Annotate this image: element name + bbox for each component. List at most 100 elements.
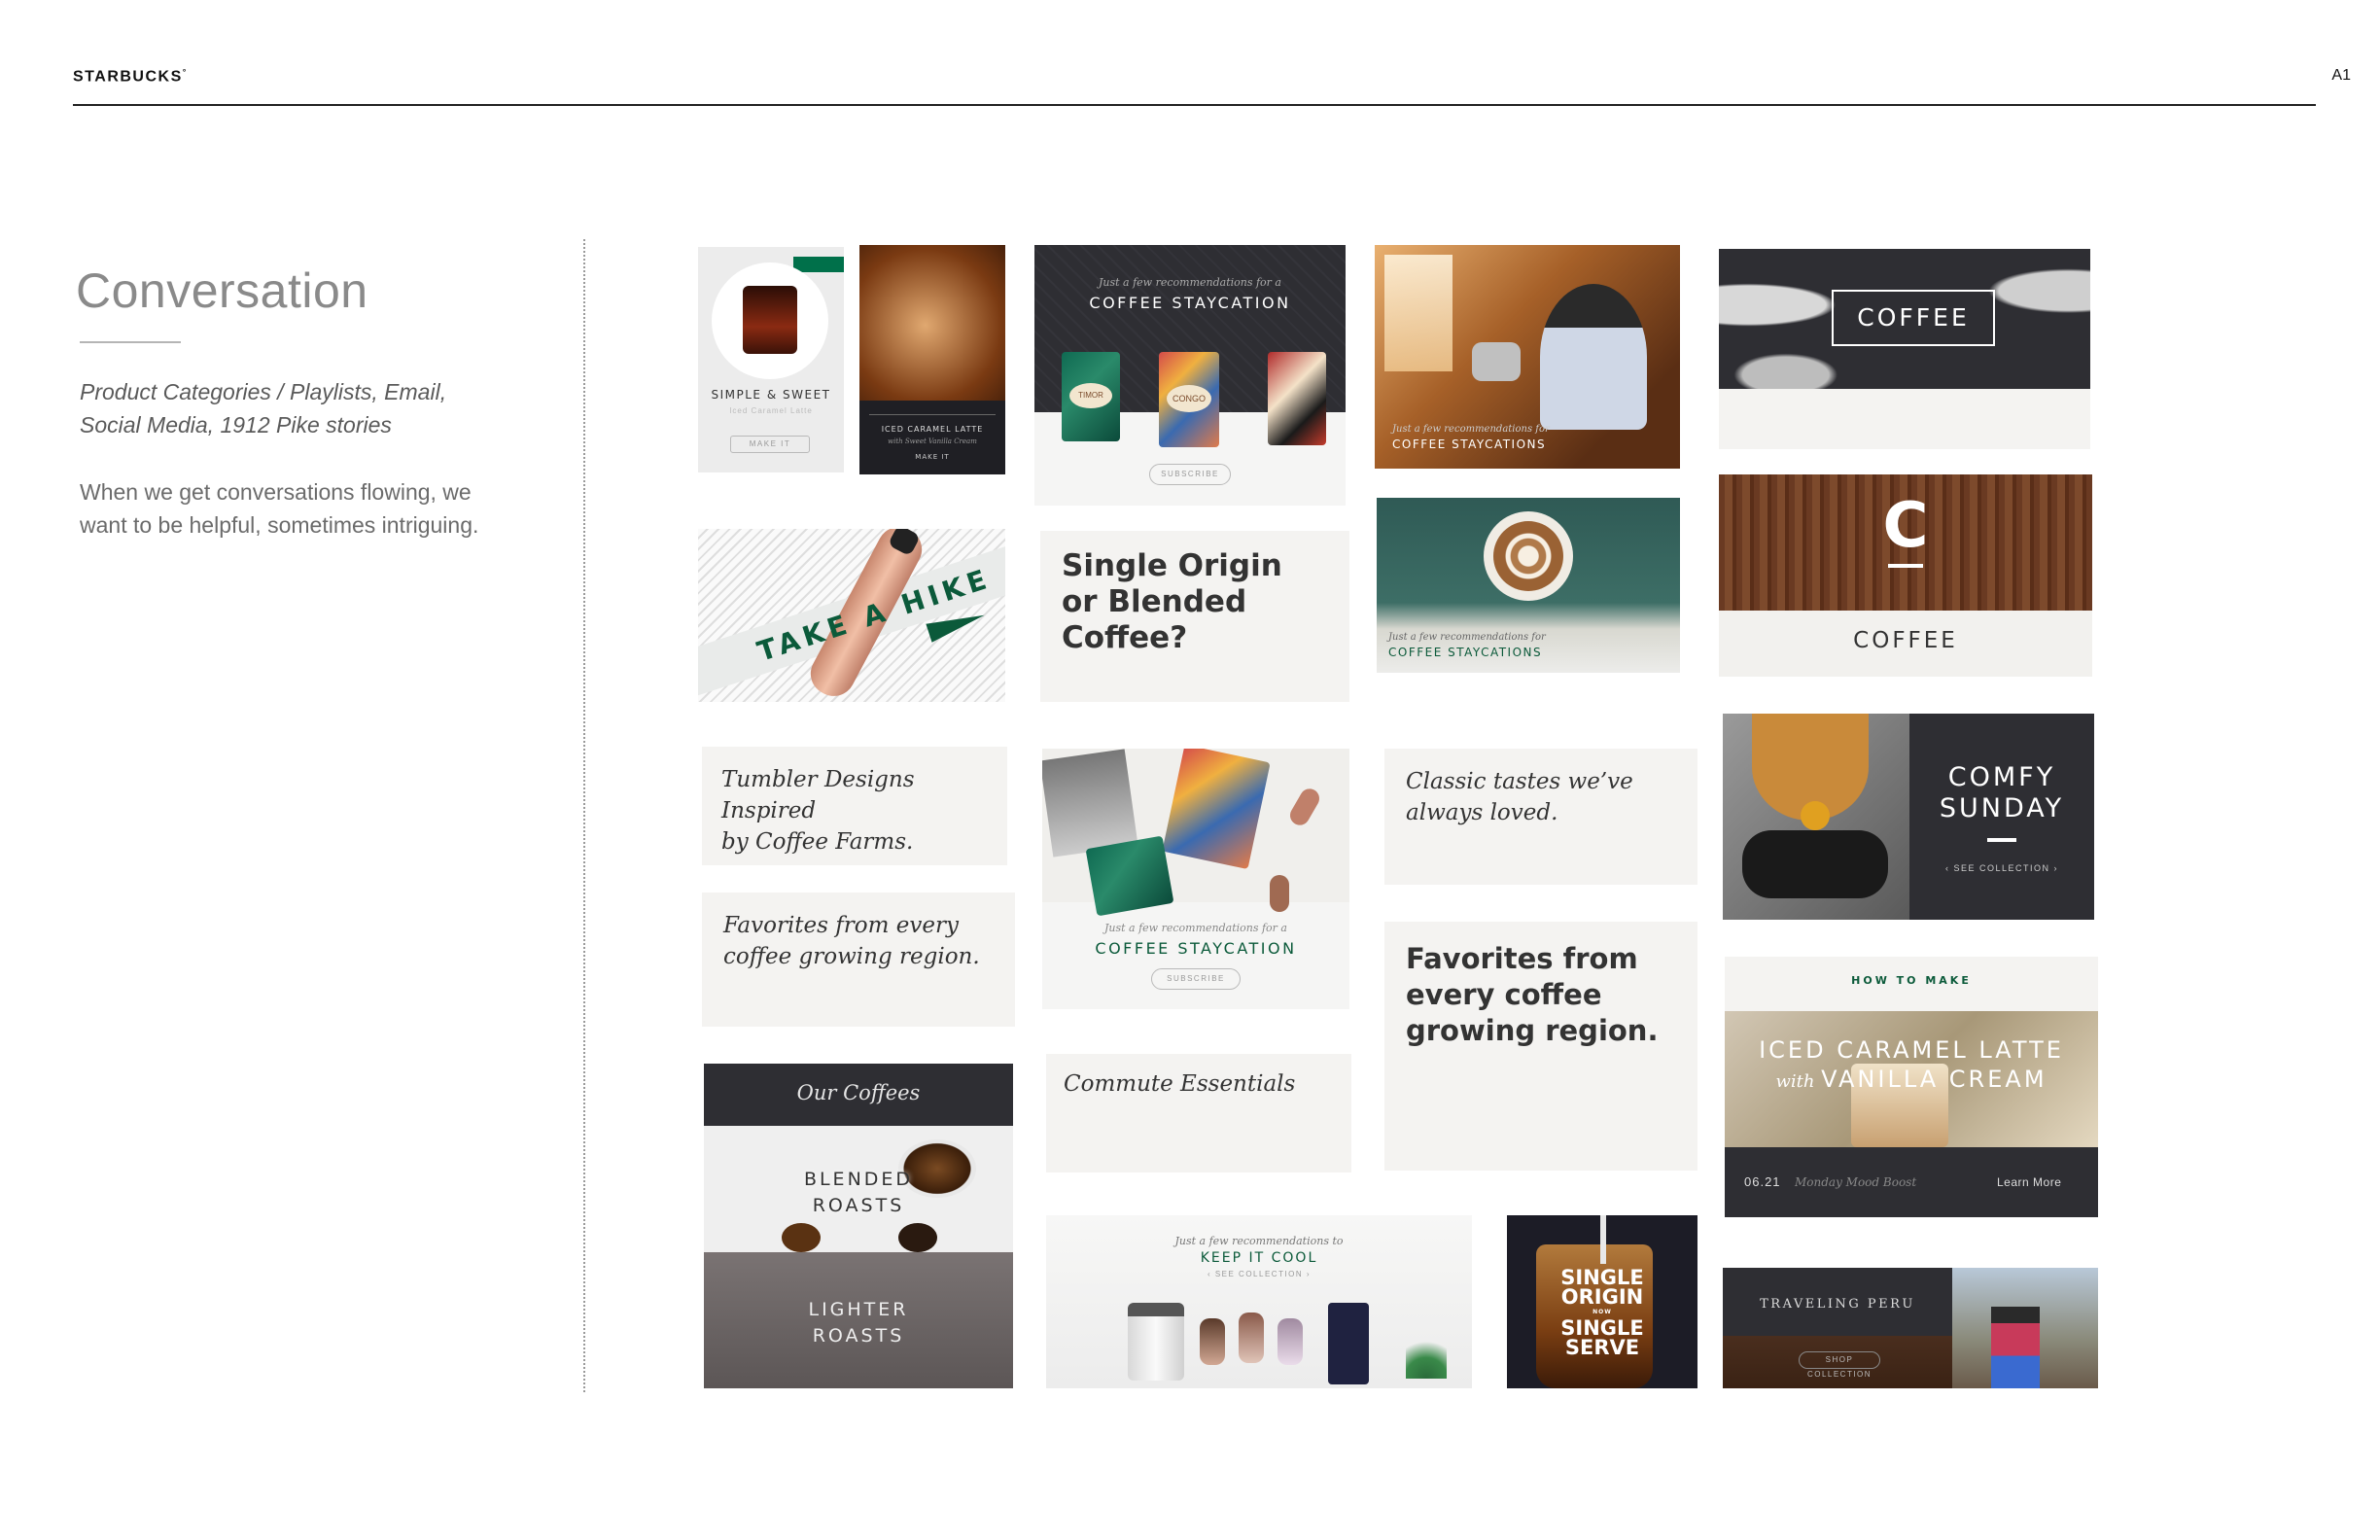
text-line: Favorites from — [1406, 942, 1638, 975]
tile-latte-art-staycations[interactable]: Just a few recommendations for COFFEE ST… — [1377, 498, 1680, 673]
body-line: When we get conversations flowing, we — [80, 479, 472, 505]
staycation-photo — [1042, 749, 1349, 917]
tile-simple-sweet[interactable]: SIMPLE & SWEET Iced Caramel Latte MAKE I… — [698, 247, 844, 472]
pour-stream — [1600, 1215, 1606, 1264]
tile-tumbler-designs[interactable]: Tumbler Designs Inspired by Coffee Farms… — [702, 747, 1007, 865]
dotted-divider — [583, 239, 585, 1392]
tile-text: Favorites from every coffee growing regi… — [723, 910, 980, 972]
tile-subtitle: Iced Caramel Latte — [729, 406, 813, 415]
text-line: every coffee — [1406, 978, 1602, 1011]
coffee-label-box: COFFEE — [1832, 290, 1995, 346]
iced-drink-photo — [712, 262, 828, 379]
tile-keep-it-cool[interactable]: Just a few recommendations to KEEP IT CO… — [1046, 1215, 1472, 1388]
latte-kicker: Just a few recommendations for — [1388, 632, 1546, 643]
text-line: or Blended Coffee? — [1062, 584, 1247, 655]
barista-person — [1540, 284, 1647, 430]
text-line: growing region. — [1406, 1014, 1659, 1047]
tile-title: SIMPLE & SWEET — [711, 388, 831, 402]
popsicle — [1278, 1318, 1303, 1365]
text-line: Classic tastes we’ve — [1406, 769, 1633, 794]
make-it-link[interactable]: MAKE IT — [859, 453, 1005, 461]
tile-our-coffees[interactable]: Our Coffees BLENDED ROASTS LIGHTER ROAST… — [704, 1064, 1013, 1388]
commute-label: Commute Essentials — [1064, 1071, 1296, 1097]
barista-title: COFFEE STAYCATIONS — [1392, 438, 1547, 451]
tile-commute-essentials[interactable]: Commute Essentials — [1046, 1054, 1351, 1172]
tile-favorites-bold[interactable]: Favorites from every coffee growing regi… — [1384, 922, 1698, 1171]
text-line: Favorites from every — [723, 913, 959, 938]
tile-iced-caramel-latte[interactable]: ICED CARAMEL LATTE with Sweet Vanilla Cr… — [859, 245, 1005, 474]
text-line: Single Origin — [1062, 548, 1282, 583]
keep-cool-title: KEEP IT COOL — [1200, 1250, 1318, 1266]
tile-coffee-staycation[interactable]: Just a few recommendations for a COFFEE … — [1034, 245, 1346, 506]
text-line: COMFY — [1947, 762, 2056, 792]
tile-title: ICED CARAMEL LATTE — [881, 425, 984, 434]
tile-c-coffee[interactable]: C COFFEE — [1719, 474, 2092, 677]
plant — [1406, 1330, 1447, 1379]
c-underline — [1888, 564, 1923, 568]
popsicle — [1200, 1318, 1225, 1365]
c-letter: C — [1882, 490, 1929, 562]
latte-cup — [1484, 511, 1573, 601]
tile-comfy-sunday[interactable]: COMFY SUNDAY ‹ SEE COLLECTION › — [1723, 714, 2094, 920]
staycation-kicker: Just a few recommendations for a — [1103, 922, 1287, 934]
tile-coffee-leaves[interactable]: COFFEE — [1719, 249, 2090, 449]
text-line: SERVE — [1564, 1336, 1640, 1359]
tile-text: Favorites from every coffee growing regi… — [1406, 941, 1658, 1049]
tile-traveling-peru[interactable]: TRAVELING PERU SHOP COLLECTION — [1723, 1268, 2098, 1388]
bag-label: TIMOR — [1069, 383, 1112, 408]
subscribe-button[interactable]: SUBSCRIBE — [1151, 968, 1241, 990]
pour-kettle — [1472, 342, 1521, 381]
text-line: by Coffee Farms. — [721, 829, 914, 855]
text-line: SUNDAY — [1939, 793, 2065, 823]
tile-classic-tastes[interactable]: Classic tastes we’ve always loved. — [1384, 749, 1698, 885]
how-to-title: ICED CARAMEL LATTE — [1759, 1036, 2064, 1064]
comfy-title: COMFY SUNDAY — [1909, 762, 2094, 824]
label-line: LIGHTER — [808, 1299, 909, 1320]
text-line: ORIGIN — [1560, 1285, 1644, 1309]
staycation-title: COFFEE STAYCATION — [1095, 939, 1297, 958]
tile-barista-staycations[interactable]: Just a few recommendations for COFFEE ST… — [1375, 245, 1680, 469]
shop-collection-button[interactable]: SHOP COLLECTION — [1799, 1351, 1880, 1379]
tile-single-origin-single-serve[interactable]: SINGLE ORIGIN NOW SINGLE SERVE — [1507, 1215, 1698, 1388]
popsicle — [1239, 1312, 1264, 1363]
band-rule — [869, 414, 996, 415]
see-collection-link[interactable]: ‹ SEE COLLECTION › — [1046, 1270, 1472, 1278]
subscribe-button[interactable]: SUBSCRIBE — [1149, 464, 1231, 485]
keep-cool-kicker: Just a few recommendations to — [1174, 1235, 1344, 1247]
label-line: ROASTS — [812, 1325, 905, 1347]
brand-wordmark: STARBUCKS° — [73, 67, 188, 86]
coffee-bag-bird — [1268, 352, 1326, 445]
text-line: always loved. — [1406, 800, 1558, 825]
header-rule — [73, 104, 2316, 106]
page-number: A1 — [2331, 67, 2351, 84]
barista-kicker: Just a few recommendations for — [1392, 424, 1550, 435]
tile-coffee-staycation-2[interactable]: Just a few recommendations for a COFFEE … — [1042, 749, 1349, 1009]
section-title: Conversation — [76, 263, 368, 318]
how-to-title-line2: with VANILLA CREAM — [1725, 1066, 2098, 1094]
text-line: SINGLE — [1560, 1316, 1644, 1340]
label-line: ROASTS — [812, 1195, 905, 1216]
label-line: BLENDED — [803, 1169, 914, 1190]
see-collection-link[interactable]: ‹ SEE COLLECTION › — [1909, 863, 2094, 873]
tile-text: Classic tastes we’ve always loved. — [1406, 766, 1633, 828]
comfy-rule — [1987, 838, 2016, 842]
make-it-button[interactable]: MAKE IT — [730, 436, 810, 453]
tile-take-a-hike[interactable]: TAKE A HIKE — [698, 529, 1005, 702]
subtitle-line: Product Categories / Playlists, Email, — [80, 379, 447, 404]
text-line: Tumbler Designs Inspired — [721, 767, 915, 823]
tile-single-origin-question[interactable]: Single Origin or Blended Coffee? — [1040, 531, 1349, 702]
comfy-photo — [1723, 714, 1909, 920]
text-line: VANILLA CREAM — [1821, 1066, 2048, 1093]
peru-photo — [1952, 1268, 2098, 1388]
our-coffees-title: Our Coffees — [796, 1081, 921, 1104]
staycation-title: COFFEE STAYCATION — [1089, 294, 1291, 312]
pour-over-jar — [1128, 1303, 1184, 1381]
tile-favorites-serif[interactable]: Favorites from every coffee growing regi… — [702, 892, 1015, 1027]
window-light — [1384, 255, 1452, 371]
section-subtitle: Product Categories / Playlists, Email, S… — [80, 375, 508, 441]
learn-more-link[interactable]: Learn More — [1997, 1175, 2061, 1189]
subtitle-line: Social Media, 1912 Pike stories — [80, 412, 392, 438]
tile-how-to-make[interactable]: HOW TO MAKE ICED CARAMEL LATTE with VANI… — [1725, 957, 2098, 1217]
coffee-bag-congo: CONGO — [1159, 352, 1219, 447]
single-origin-text: SINGLE ORIGIN NOW SINGLE SERVE — [1507, 1268, 1698, 1359]
